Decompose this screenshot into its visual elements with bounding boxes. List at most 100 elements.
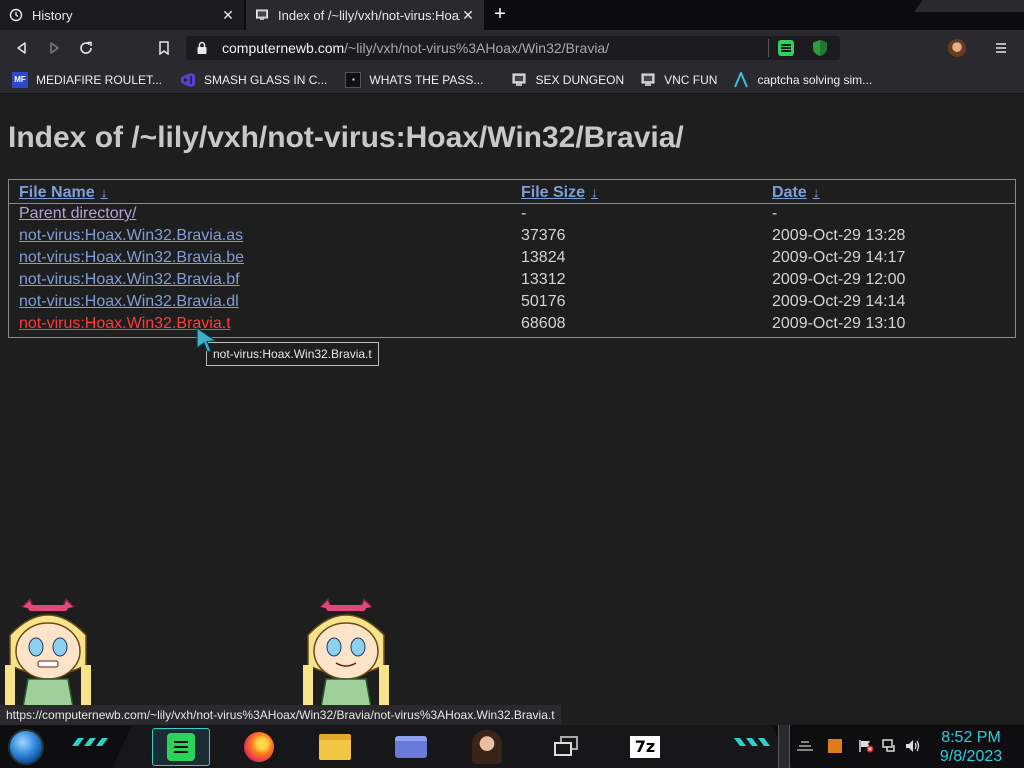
bookmark-label: VNC FUN <box>664 72 718 87</box>
close-tab-icon[interactable]: ✕ <box>460 7 476 23</box>
system-clock[interactable]: 8:52 PM 9/8/2023 <box>936 728 1006 766</box>
bookmark-mediafire[interactable]: MF MEDIAFIRE ROULET... <box>12 71 163 88</box>
visual-studio-icon <box>180 72 196 88</box>
screen: { "tabs": [ {"title": "History", "icon":… <box>0 0 1024 768</box>
monitor-icon <box>640 72 656 88</box>
network-icon[interactable] <box>882 739 898 753</box>
desktop-pet-character[interactable] <box>0 595 96 721</box>
taskbar-app-file-explorer[interactable] <box>306 728 364 766</box>
tab-history[interactable]: History ✕ <box>0 0 244 30</box>
forward-button[interactable] <box>42 36 66 60</box>
tray-overflow-icon[interactable] <box>796 740 814 752</box>
tab-index[interactable]: Index of /~lily/vxh/not-virus:Hoax/ ✕ <box>246 0 484 30</box>
bookmark-vnc-fun[interactable]: VNC FUN <box>640 72 717 88</box>
show-desktop-button[interactable] <box>778 725 790 768</box>
desktop-pet-character[interactable] <box>298 595 394 721</box>
java-update-icon[interactable] <box>828 739 842 753</box>
sort-arrow-icon: ↓ <box>812 184 820 200</box>
bookmark-captcha[interactable]: captcha solving sim... <box>733 71 872 88</box>
table-row: not-virus:Hoax.Win32.Bravia.t 68608 2009… <box>9 315 1015 337</box>
sort-by-name-header[interactable]: File Name ↓ <box>19 184 108 202</box>
file-link[interactable]: not-virus:Hoax.Win32.Bravia.dl <box>19 293 239 311</box>
menu-hamburger-icon[interactable] <box>994 41 1008 55</box>
taskbar-app-7zip[interactable]: 7z <box>616 728 674 766</box>
monitor-icon <box>511 72 527 88</box>
taskbar-decoration <box>734 738 770 746</box>
mouse-cursor-icon <box>196 327 218 353</box>
link-status-bar: https://computernewb.com/~lily/vxh/not-v… <box>0 705 561 725</box>
taskbar-app-spotify[interactable] <box>152 728 210 766</box>
urlbar-divider <box>768 39 769 57</box>
bookmark-whats-the-pass[interactable]: ▪ WHATS THE PASS... <box>345 71 484 88</box>
extension-green-icon[interactable] <box>778 40 794 56</box>
file-size: - <box>521 205 527 222</box>
history-icon <box>8 7 24 23</box>
back-arrow-icon <box>17 42 26 54</box>
bookmark-label: SMASH GLASS IN C... <box>204 72 328 87</box>
tab-title: Index of /~lily/vxh/not-virus:Hoax/ <box>278 7 460 23</box>
url-bar[interactable]: computernewb.com/~lily/vxh/not-virus%3AH… <box>186 36 840 60</box>
bookmark-icon <box>159 41 169 55</box>
page-favicon-icon <box>254 7 270 23</box>
new-tab-button[interactable]: + <box>488 4 512 26</box>
arrow-a-icon <box>733 71 749 88</box>
file-size: 37376 <box>521 227 566 244</box>
bookmark-sex-dungeon[interactable]: SEX DUNGEON <box>511 72 624 88</box>
bookmark-label: WHATS THE PASS... <box>369 72 484 87</box>
file-date: 2009-Oct-29 13:10 <box>772 315 906 332</box>
link-tooltip: not-virus:Hoax.Win32.Bravia.t <box>206 342 379 366</box>
bookmark-button[interactable] <box>152 36 176 60</box>
file-date: - <box>772 205 778 222</box>
file-size: 13824 <box>521 249 566 266</box>
file-link[interactable]: not-virus:Hoax.Win32.Bravia.be <box>19 249 244 267</box>
table-row: not-virus:Hoax.Win32.Bravia.as 37376 200… <box>9 227 1015 249</box>
table-row: not-virus:Hoax.Win32.Bravia.bf 13312 200… <box>9 271 1015 293</box>
lock-icon[interactable] <box>196 41 210 55</box>
back-button[interactable] <box>10 36 34 60</box>
close-tab-icon[interactable]: ✕ <box>220 7 236 23</box>
firefox-icon <box>244 732 274 762</box>
clock-date: 9/8/2023 <box>939 748 1003 765</box>
window-decoration <box>914 0 1024 12</box>
file-date: 2009-Oct-29 12:00 <box>772 271 906 288</box>
sort-by-date-header[interactable]: Date ↓ <box>772 184 820 202</box>
sort-arrow-icon: ↓ <box>591 184 599 200</box>
taskbar-app-card[interactable] <box>382 728 440 766</box>
table-row: not-virus:Hoax.Win32.Bravia.be 13824 200… <box>9 249 1015 271</box>
url-path: /~lily/vxh/not-virus%3AHoax/Win32/Bravia… <box>344 40 610 56</box>
header-divider <box>9 203 1015 204</box>
sort-by-size-header[interactable]: File Size ↓ <box>521 184 598 202</box>
bookmarks-toolbar: MF MEDIAFIRE ROULET... SMASH GLASS IN C.… <box>0 66 1024 94</box>
file-link[interactable]: not-virus:Hoax.Win32.Bravia.as <box>19 227 243 245</box>
action-center-flag-icon[interactable] <box>858 739 874 753</box>
page-title: Index of /~lily/vxh/not-virus:Hoax/Win32… <box>8 121 684 154</box>
page-content: Index of /~lily/vxh/not-virus:Hoax/Win32… <box>0 95 1024 714</box>
url-host: computernewb.com <box>222 40 345 56</box>
taskbar: 7z 8:52 PM 9/8/2023 <box>0 725 1024 768</box>
card-app-icon <box>395 736 427 758</box>
volume-icon[interactable] <box>904 738 922 754</box>
file-link[interactable]: not-virus:Hoax.Win32.Bravia.bf <box>19 271 240 289</box>
profile-avatar[interactable] <box>948 39 966 57</box>
taskbar-app-task-view[interactable] <box>538 728 596 766</box>
file-size: 13312 <box>521 271 566 288</box>
table-row: Parent directory/ - - <box>9 205 1015 227</box>
taskbar-app-portrait[interactable] <box>458 728 516 766</box>
file-size: 68608 <box>521 315 566 332</box>
reload-button[interactable] <box>74 36 98 60</box>
file-date: 2009-Oct-29 14:14 <box>772 293 906 310</box>
file-date: 2009-Oct-29 14:17 <box>772 249 906 266</box>
portrait-app-icon <box>472 730 502 764</box>
shield-extension-icon[interactable] <box>812 39 828 57</box>
bookmark-smash-glass[interactable]: SMASH GLASS IN C... <box>180 72 327 88</box>
forward-arrow-icon <box>50 42 59 54</box>
taskbar-app-firefox[interactable] <box>230 728 288 766</box>
file-explorer-icon <box>319 734 351 760</box>
file-listing-table: File Name ↓ File Size ↓ Date ↓ Parent direc… <box>8 179 1016 338</box>
reload-icon <box>80 41 92 54</box>
tab-strip: History ✕ Index of /~lily/vxh/not-virus:… <box>0 0 1024 30</box>
tab-title: History <box>32 7 73 23</box>
parent-directory-link[interactable]: Parent directory/ <box>19 205 136 223</box>
bookmark-label: MEDIAFIRE ROULET... <box>36 72 163 87</box>
start-button[interactable] <box>8 729 44 765</box>
